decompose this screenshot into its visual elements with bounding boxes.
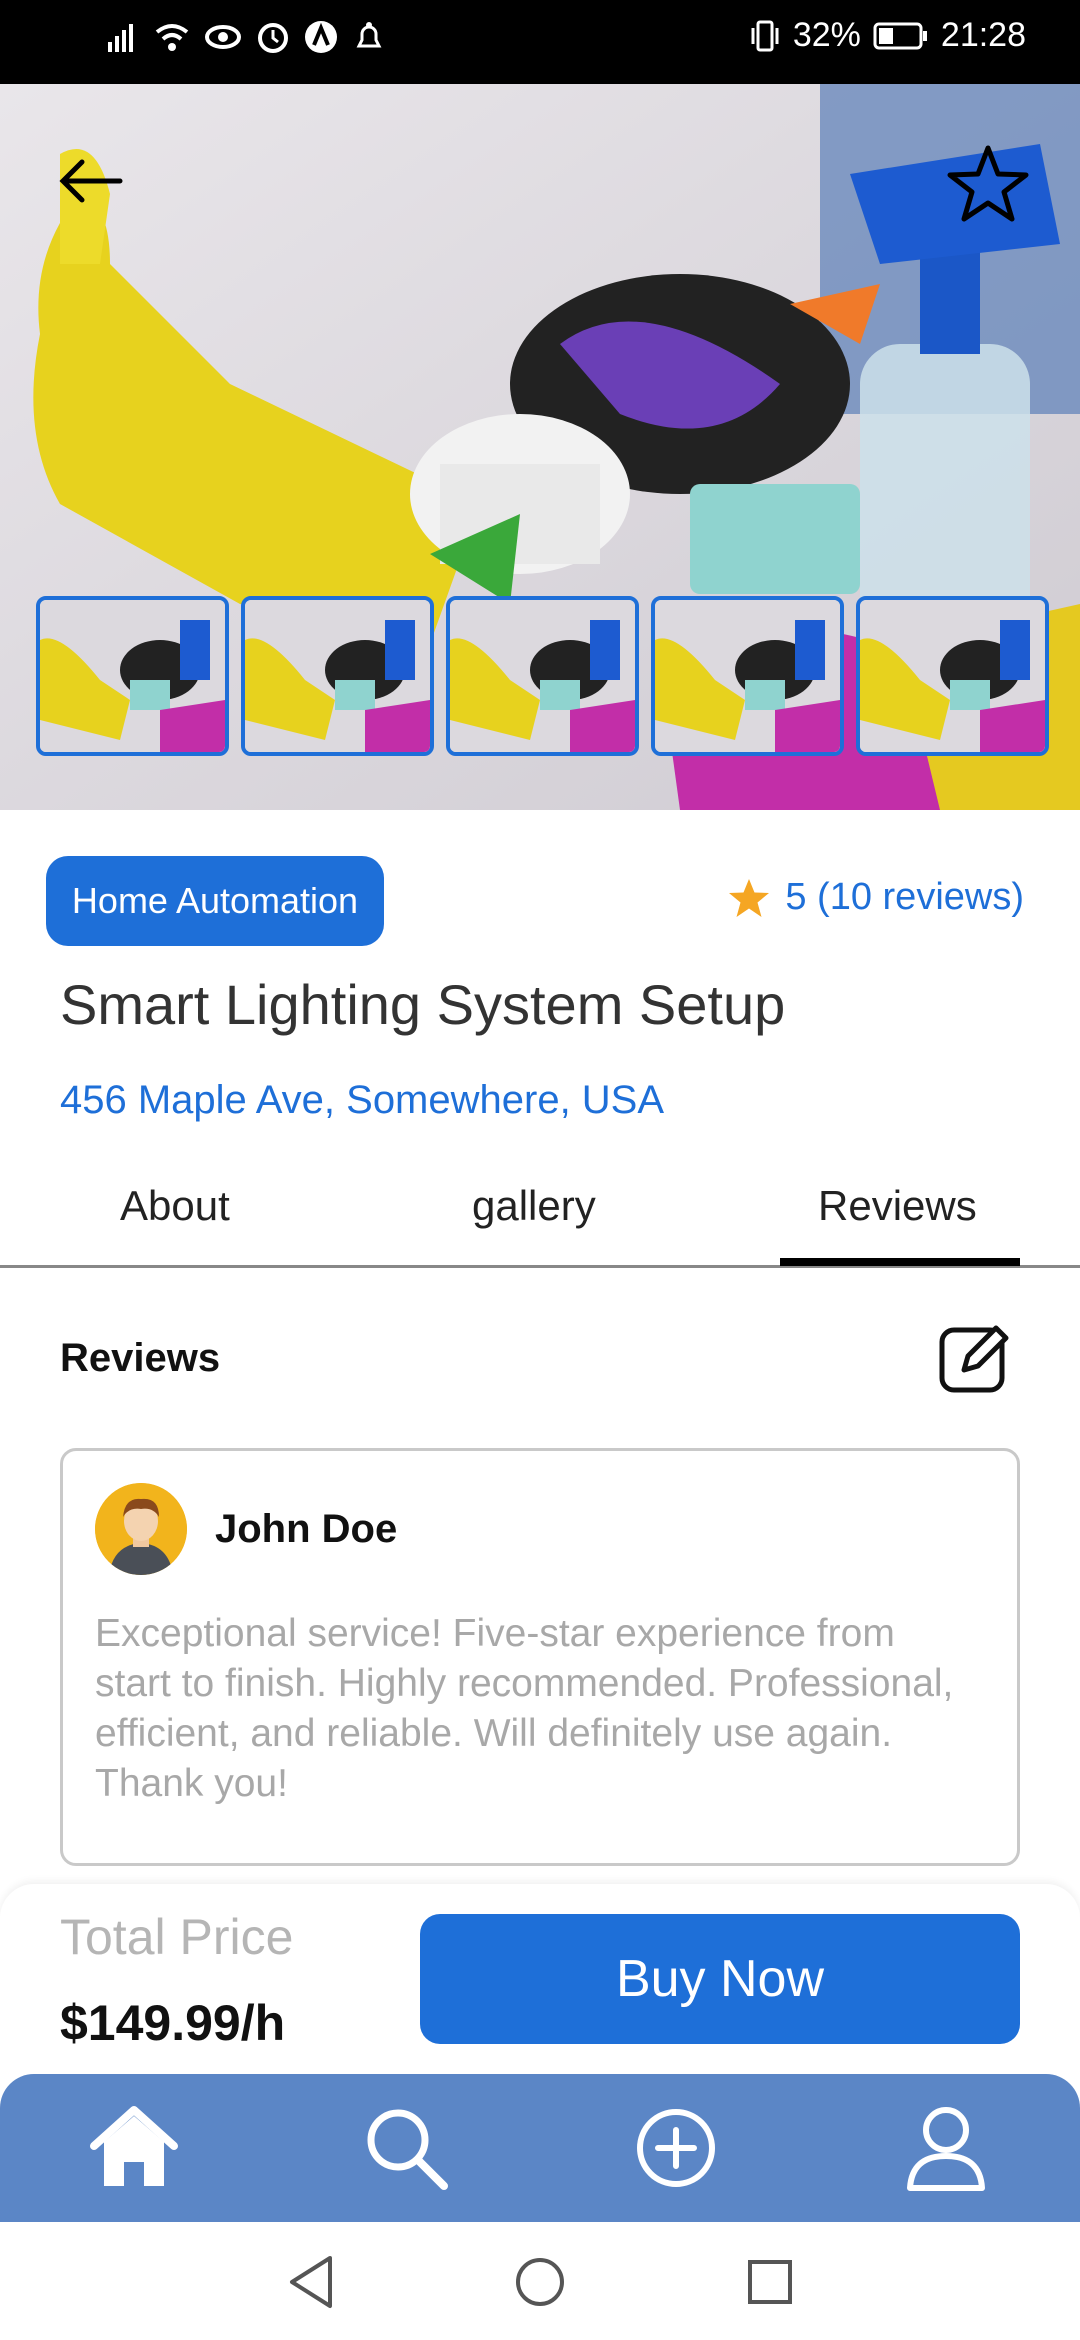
thumbnail-2[interactable] (241, 596, 434, 756)
bottom-navigation (0, 2074, 1080, 2222)
rating-text: 5 (10 reviews) (785, 876, 1024, 918)
reviews-heading: Reviews (60, 1336, 221, 1380)
buy-now-button[interactable]: Buy Now (420, 1914, 1020, 2044)
system-navigation-bar (0, 2222, 1080, 2340)
reviewer-name: John Doe (215, 1507, 398, 1551)
user-avatar-icon (95, 1483, 187, 1575)
eye-icon (205, 25, 241, 49)
system-back-icon[interactable] (286, 2254, 336, 2310)
hero-image (0, 84, 1080, 810)
profile-icon[interactable] (900, 2102, 992, 2194)
thumbnail-1[interactable] (36, 596, 229, 756)
tab-gallery[interactable]: gallery (472, 1182, 596, 1230)
write-review-icon[interactable] (938, 1320, 1012, 1394)
total-price-value: $149.99/h (60, 1995, 286, 2051)
vibrate-icon (751, 20, 779, 51)
system-home-icon[interactable] (514, 2256, 566, 2308)
battery-icon (873, 22, 927, 49)
review-text: Exceptional service! Five-star experienc… (95, 1612, 954, 1805)
battery-percent: 32% (792, 16, 861, 54)
wifi-icon (155, 24, 189, 51)
notification-bell-icon (356, 22, 382, 48)
review-card: John Doe Exceptional service! Five-star … (60, 1448, 1020, 1866)
thumbnail-4[interactable] (651, 596, 844, 756)
home-icon[interactable] (88, 2102, 180, 2194)
add-circle-icon[interactable] (630, 2102, 722, 2194)
clock-time: 21:28 (940, 16, 1026, 54)
active-tab-indicator (780, 1258, 1020, 1266)
status-icons-right: 32% 21:28 (749, 16, 1026, 55)
avatar (95, 1483, 187, 1575)
alarm-icon (258, 23, 288, 53)
tab-reviews[interactable]: Reviews (818, 1182, 977, 1230)
category-chip[interactable]: Home Automation (46, 856, 384, 946)
search-icon[interactable] (360, 2102, 452, 2194)
service-title: Smart Lighting System Setup (60, 973, 786, 1036)
thumbnail-5[interactable] (856, 596, 1049, 756)
signal-icon (108, 24, 133, 52)
back-arrow-icon[interactable] (58, 156, 124, 206)
service-address[interactable]: 456 Maple Ave, Somewhere, USA (60, 1078, 664, 1123)
rating-star-icon (729, 878, 770, 917)
favorite-star-icon[interactable] (946, 142, 1030, 224)
total-price-label: Total Price (60, 1909, 294, 1965)
status-bar: 32% 21:28 (0, 0, 1080, 84)
status-icons-left (106, 20, 386, 54)
tab-about[interactable]: About (120, 1182, 230, 1230)
thumbnail-strip (36, 596, 1049, 756)
app-a-icon (305, 21, 337, 53)
tab-bar: About gallery Reviews (0, 1170, 1080, 1268)
system-recents-icon[interactable] (746, 2258, 794, 2306)
thumbnail-3[interactable] (446, 596, 639, 756)
rating-summary: 5 (10 reviews) (727, 876, 1024, 919)
